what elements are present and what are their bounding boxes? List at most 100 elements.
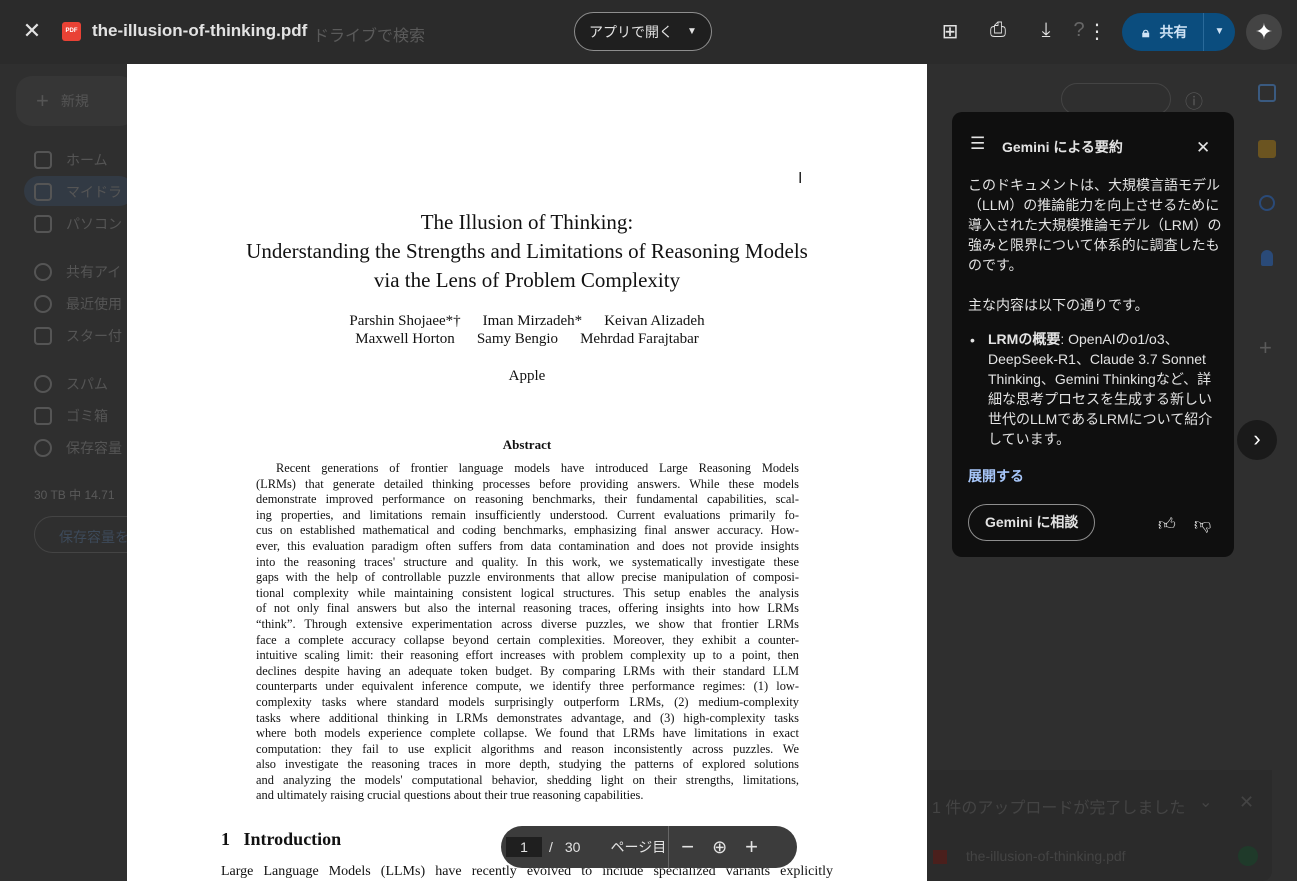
close-panel-icon[interactable]: ✕ (1196, 138, 1210, 158)
thumbs-up-icon[interactable]: 👍︎ (1158, 514, 1176, 535)
storage-usage: 30 TB 中 14.71 (34, 488, 115, 502)
share-button[interactable]: 🔒︎ 共有 ▼ (1122, 13, 1235, 51)
abstract-line: complexity tasks where standard models s… (256, 694, 799, 709)
open-with-app-button[interactable]: アプリで開く ▼ (574, 12, 712, 51)
sidebar-item-recent: 最近使用 (34, 294, 122, 314)
panel-title: Gemini による要約 (1002, 139, 1123, 155)
abstract-line: ever, this evaluation paradigm often suf… (256, 538, 799, 553)
total-pages: 30 (564, 839, 581, 855)
label: ホーム (66, 152, 108, 168)
upload-file-name: the-illusion-of-thinking.pdf (966, 848, 1126, 864)
summary-paragraph: このドキュメントは、大規模言語モデル（LLM）の推論能力を向上させるために導入さ… (968, 177, 1222, 273)
bullet-dot: • (970, 332, 975, 348)
abstract-line: also investigate the reasoning traces in… (256, 757, 799, 772)
page-label: ページ目 (610, 839, 667, 855)
page-separator: / (549, 839, 553, 855)
pdf-file-icon (933, 850, 947, 864)
zoom-fit-icon[interactable]: ⊕ (712, 837, 727, 858)
lock-icon: 🔒︎ (1142, 23, 1150, 40)
keep-icon (1258, 140, 1276, 158)
expand-link[interactable]: 展開する (968, 466, 1024, 486)
affiliation: Apple (508, 368, 546, 384)
author: Maxwell Horton (355, 331, 455, 347)
zoom-in-icon[interactable]: + (745, 834, 758, 860)
label: パソコン (66, 216, 122, 232)
author: Samy Bengio (476, 331, 559, 347)
download-icon[interactable]: ⤓ (1034, 19, 1058, 42)
authors: Parshin Shojaee*† Iman Mirzadeh* Keivan Al… (127, 312, 927, 348)
spam-icon (34, 375, 52, 393)
plus-icon: + (36, 88, 49, 113)
print-icon[interactable]: ⎙ (986, 19, 1010, 42)
abstract-line: tasks where additional thinking in LRMs … (256, 710, 799, 725)
abstract-line: computation: they fail to use explicit a… (256, 741, 799, 756)
share-label: 共有 (1159, 24, 1188, 40)
label: ゴミ箱 (66, 408, 108, 424)
new-button: + 新規 (16, 76, 136, 126)
author: Parshin Shojaee*† (349, 313, 461, 329)
cloud-icon (34, 439, 52, 457)
new-label: 新規 (60, 93, 89, 109)
label: スター付 (66, 328, 122, 344)
open-with-label: アプリで開く (589, 23, 674, 40)
text-cursor-icon: I (798, 170, 803, 187)
abstract-body: Recent generations of frontier language … (256, 461, 799, 804)
add-comment-icon[interactable]: ⊞ (938, 19, 962, 44)
label: 最近使用 (66, 296, 122, 312)
computer-icon (34, 215, 52, 233)
upload-title: 1 件のアップロードが完了しました (932, 800, 1186, 817)
gemini-sparkle-icon[interactable]: ✦ (1246, 14, 1282, 50)
author: Keivan Alizadeh (604, 313, 705, 329)
caret-down-icon: ▼ (687, 26, 697, 37)
abstract-line: ing properties, and limitations remain i… (256, 507, 799, 522)
sidebar-item-home: ホーム (34, 150, 108, 170)
sidebar-item-my-drive: マイドラ (34, 182, 122, 202)
section-title: Introduction (243, 829, 342, 849)
title-line: The Illusion of Thinking: (420, 210, 634, 234)
abstract-line: intuitive scaling limit: their reasoning… (256, 648, 799, 663)
search-input[interactable]: ドライブで検索 (313, 22, 425, 46)
abstract-line: Recent generations of frontier language … (276, 461, 799, 475)
abstract-line: (LRMs) that generate detailed thinking p… (256, 476, 799, 491)
page-number-input[interactable]: 1 (506, 837, 542, 857)
sidebar-item-storage: 保存容量 (34, 438, 122, 458)
more-options-icon[interactable]: ⋮ (1085, 19, 1109, 44)
share-dropdown-icon[interactable]: ▼ (1203, 13, 1224, 51)
abstract-line: and analyzing the models' computational … (256, 772, 799, 787)
abstract-line: counterparts under equivalent inference … (256, 679, 799, 694)
close-icon[interactable]: ✕ (20, 18, 44, 44)
upload-panel: 1 件のアップロードが完了しました ⌄ ✕ the-illusion-of-th… (927, 770, 1272, 881)
collapse-icon: ⌄ (1199, 794, 1213, 811)
bullet-text: : OpenAIのo1/o3、DeepSeek-R1、Claude 3.7 So… (988, 331, 1213, 447)
close-upload-icon: ✕ (1239, 792, 1255, 812)
title-line: Understanding the Strengths and Limitati… (246, 239, 808, 263)
sidebar-item-trash: ゴミ箱 (34, 406, 108, 426)
zoom-out-icon[interactable]: − (681, 834, 694, 860)
sidebar-item-starred: スター付 (34, 326, 122, 346)
abstract-line: “think”. Through extensive experimentati… (256, 616, 799, 631)
divider (668, 826, 670, 868)
check-icon (1238, 846, 1258, 866)
abstract-line: into the reasoning traces' structure and… (256, 554, 799, 569)
sidebar-item-shared: 共有アイ (34, 262, 121, 282)
ask-gemini-button[interactable]: Gemini に相談 (968, 504, 1096, 541)
next-file-button[interactable]: › (1237, 420, 1277, 460)
abstract-line: gaps with the help of controllable puzzl… (256, 570, 799, 585)
tasks-icon (1259, 195, 1275, 211)
add-addon-icon: + (1259, 335, 1272, 360)
section-heading: 1 Introduction (221, 829, 341, 850)
abstract-line: where both models experience complete co… (256, 726, 799, 741)
label: 保存容量 (66, 440, 122, 456)
thumbs-down-icon[interactable]: 👎︎ (1194, 514, 1211, 535)
pdf-toolbar: 1 / 30 ページ目 − ⊕ + (501, 826, 797, 868)
author: Mehrdad Farajtabar (580, 331, 699, 347)
bullet-title: LRMの概要 (988, 331, 1061, 347)
label: スパム (66, 376, 108, 392)
paper-title: The Illusion of Thinking: Understanding … (127, 208, 927, 295)
title-line: via the Lens of Problem Complexity (373, 268, 681, 292)
home-icon (34, 151, 52, 169)
file-name: the-illusion-of-thinking.pdf (92, 21, 308, 40)
calendar-icon (1258, 84, 1276, 102)
star-icon (34, 327, 52, 345)
people-icon (34, 263, 52, 281)
